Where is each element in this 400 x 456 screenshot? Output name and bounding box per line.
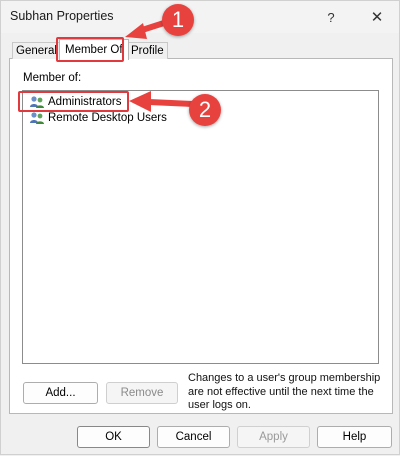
arrow-2-icon — [129, 91, 196, 112]
step-1-badge: 1 — [162, 4, 194, 36]
step-2-badge: 2 — [189, 94, 221, 126]
properties-dialog: Subhan Properties ? ✕ General Member Of … — [0, 0, 400, 455]
